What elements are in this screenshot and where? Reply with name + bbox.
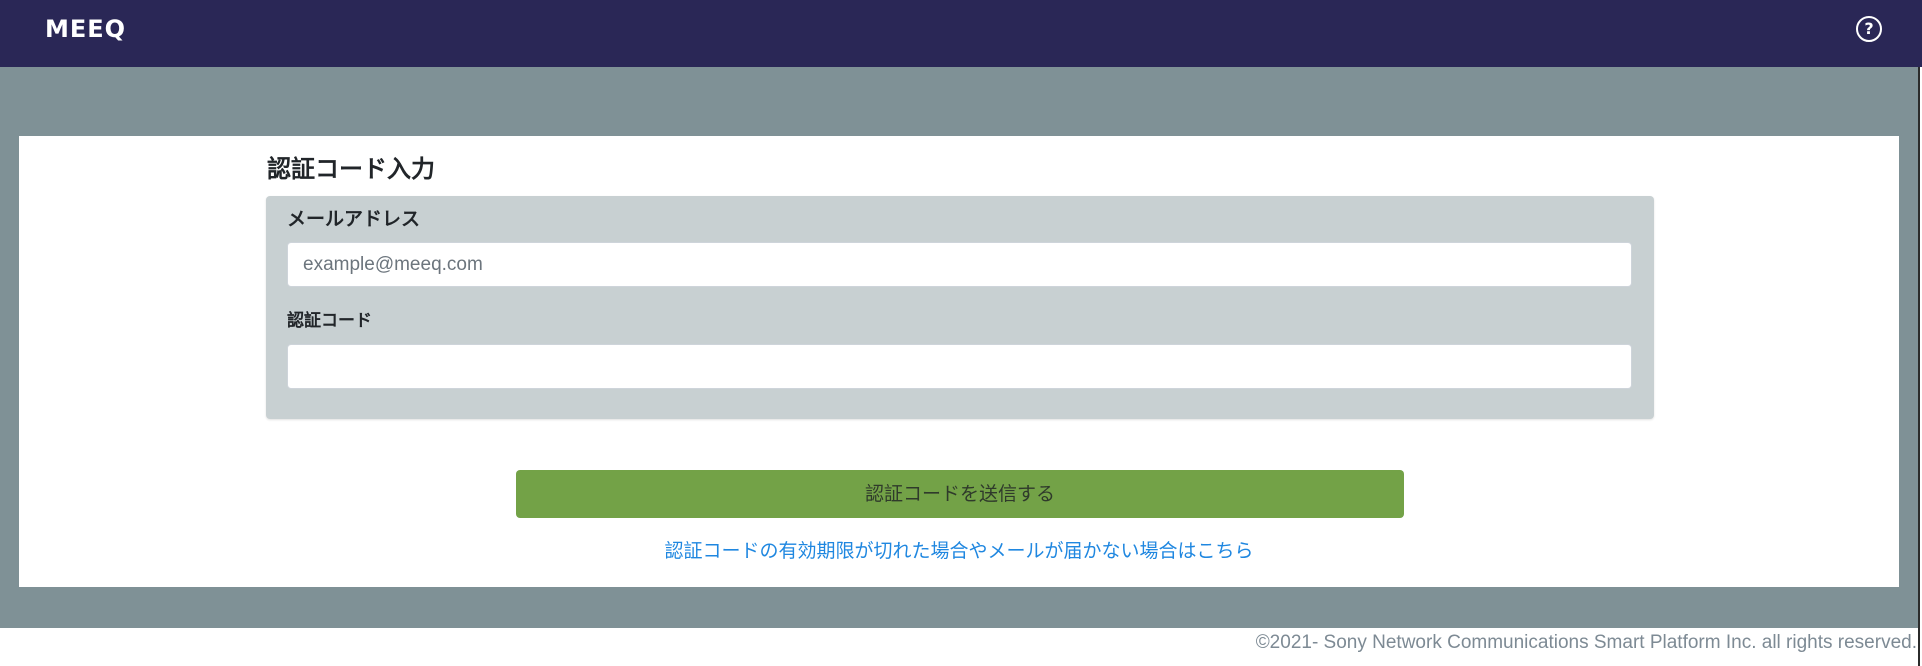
copyright-text: ©2021- Sony Network Communications Smart… (1255, 632, 1917, 653)
send-code-button[interactable]: 認証コードを送信する (516, 470, 1404, 518)
page: MEEQ ? 認証コード入力 メールアドレス 認証コード 認証コードを送信する … (0, 0, 1922, 666)
email-label: メールアドレス (287, 208, 421, 230)
window-edge-divider (1918, 67, 1920, 666)
verification-code-label: 認証コード (287, 311, 372, 331)
email-input[interactable] (287, 242, 1632, 287)
code-help-link[interactable]: 認証コードの有効期限が切れた場合やメールが届かない場合はこちら (664, 540, 1253, 562)
help-icon[interactable]: ? (1856, 16, 1882, 42)
meeq-logo[interactable]: MEEQ (45, 14, 126, 44)
page-title: 認証コード入力 (267, 155, 435, 183)
code-help-link-row: 認証コードの有効期限が切れた場合やメールが届かない場合はこちら (0, 537, 1922, 565)
verification-code-input[interactable] (287, 344, 1632, 389)
top-header: MEEQ ? (0, 0, 1922, 67)
